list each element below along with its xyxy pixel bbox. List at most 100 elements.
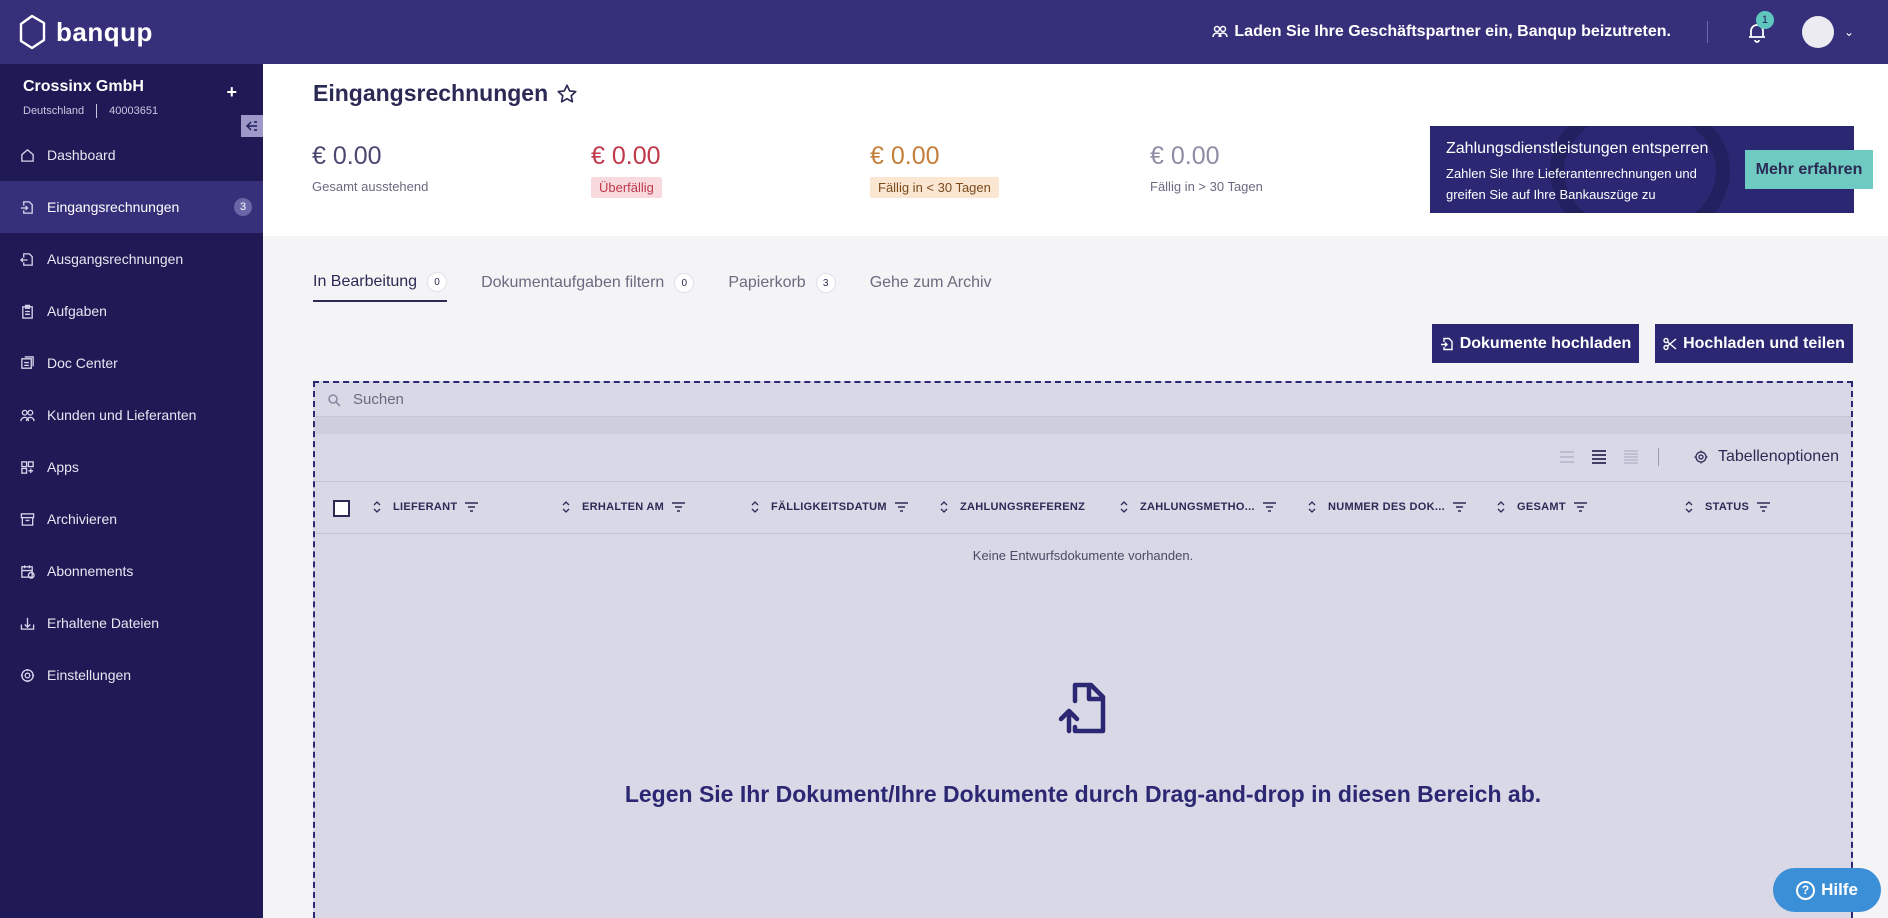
tab-papierkorb[interactable]: Papierkorb 3 [728,264,836,302]
filter-icon[interactable] [894,502,908,512]
invite-partners-link[interactable]: Laden Sie Ihre Geschäftspartner ein, Ban… [1212,23,1671,41]
sidebar-item-erhaltene-dateien[interactable]: Erhaltene Dateien [0,597,263,649]
sidebar-item-label: Apps [47,459,79,475]
stat-amount: € 0.00 [312,142,382,170]
tab-label: In Bearbeitung [313,273,418,290]
column-header-lieferant[interactable]: LIEFERANT [373,501,479,513]
sidebar-item-aufgaben[interactable]: Aufgaben [0,285,263,337]
filter-icon[interactable] [672,502,686,512]
filter-icon[interactable] [1573,502,1587,512]
filter-icon[interactable] [1262,502,1276,512]
stat-label: Überfällig [591,177,662,198]
tab-count-badge: 3 [815,273,836,293]
stat-label: Fällig in > 30 Tagen [1150,179,1263,194]
notifications-button[interactable]: 1 [1746,11,1774,43]
sidebar-item-abonnements[interactable]: Abonnements [0,545,263,597]
archive-icon [20,512,35,526]
tab-dokumentaufgaben-filtern[interactable]: Dokumentaufgaben filtern 0 [481,264,695,302]
tab-label: Gehe zum Archiv [869,274,992,291]
logo-text: banqup [56,16,153,47]
topbar-divider [1706,21,1708,43]
banqup-logo-icon [19,14,46,50]
help-icon: ? [1796,880,1816,900]
column-header-erhalten-am[interactable]: ERHALTEN AM [562,501,686,513]
summary-panel: Eingangsrechnungen € 0.00 Gesamt aussteh… [263,64,1888,236]
column-header-status[interactable]: STATUS [1685,501,1771,513]
dashboard-icon [21,148,34,162]
sort-icon[interactable] [751,501,759,513]
button-label: Hochladen und teilen [1683,334,1845,352]
filter-icon[interactable] [1757,502,1771,512]
column-header-nummer-des-dokuments[interactable]: NUMMER DES DOK... [1308,501,1466,513]
company-id: 40003651 [109,105,159,117]
inbox-icon [20,617,35,630]
sidebar-item-eingangsrechnungen[interactable]: Eingangsrechnungen 3 [0,181,263,233]
compact-view-icon[interactable] [1558,448,1576,466]
sidebar-item-kunden-und-lieferanten[interactable]: Kunden und Lieferanten [0,389,263,441]
table-options-label: Tabellenoptionen [1718,448,1839,465]
document-dropzone[interactable]: Tabellenoptionen LIEFERANT ERHALTEN AM F… [313,381,1853,918]
sort-icon[interactable] [562,501,570,513]
logo[interactable]: banqup [17,14,153,50]
notification-count-badge: 1 [1755,11,1774,29]
tab-gehe-zum-archiv[interactable]: Gehe zum Archiv [870,264,992,302]
sidebar-item-archivieren[interactable]: Archivieren [0,493,263,545]
table-options-row: Tabellenoptionen [315,434,1851,482]
company-divider [96,104,98,118]
clipboard-icon [22,304,33,319]
learn-more-button[interactable]: Mehr erfahren [1745,150,1873,189]
incoming-invoice-icon [20,200,33,214]
sidebar-item-label: Abonnements [47,563,134,579]
sidebar-item-apps[interactable]: Apps [0,441,263,493]
table-options-button[interactable]: Tabellenoptionen [1694,448,1839,466]
column-label: NUMMER DES DOK... [1328,501,1445,513]
subscription-icon [21,564,35,579]
favorite-star-icon[interactable] [556,83,578,105]
sidebar-item-einstellungen[interactable]: Einstellungen [0,649,263,701]
options-divider [1658,448,1659,466]
sidebar-item-ausgangsrechnungen[interactable]: Ausgangsrechnungen [0,233,263,285]
sort-icon[interactable] [1308,501,1316,513]
filter-icon[interactable] [1452,502,1466,512]
filter-icon[interactable] [465,502,479,512]
scissors-icon [1663,337,1677,350]
upload-documents-button[interactable]: Dokumente hochladen [1432,324,1639,363]
default-view-icon[interactable] [1590,448,1608,466]
tab-label: Papierkorb [728,274,806,291]
chevron-down-icon[interactable]: ⌄ [1844,25,1854,39]
upload-document-icon [1440,337,1453,350]
banner-title: Zahlungsdienstleistungen entsperren [1446,140,1709,157]
dropzone-instruction: Legen Sie Ihr Dokument/Ihre Dokumente du… [624,781,1542,807]
sidebar-item-label: Aufgaben [47,303,107,319]
sort-icon[interactable] [373,501,381,513]
sort-icon[interactable] [1685,501,1693,513]
sort-icon[interactable] [940,501,948,513]
empty-table-message: Keine Entwurfsdokumente vorhanden. [972,548,1194,563]
column-header-zahlungsmethode[interactable]: ZAHLUNGSMETHO... [1120,501,1276,513]
sidebar-item-label: Ausgangsrechnungen [47,251,184,267]
sort-icon[interactable] [1497,501,1505,513]
help-button[interactable]: ? Hilfe [1773,868,1881,912]
tab-in-bearbeitung[interactable]: In Bearbeitung 0 [313,264,448,302]
file-upload-icon [1058,682,1106,734]
sidebar-item-label: Einstellungen [47,667,132,683]
sidebar-item-doc-center[interactable]: Doc Center [0,337,263,389]
dense-view-icon[interactable] [1622,448,1640,466]
sidebar-item-dashboard[interactable]: Dashboard [0,129,263,181]
search-input[interactable] [353,391,953,408]
add-company-button[interactable]: + [226,82,237,103]
sort-icon[interactable] [1120,501,1128,513]
column-header-zahlungsreferenz[interactable]: ZAHLUNGSREFERENZ [940,501,1085,513]
company-switcher[interactable]: Crossinx GmbH Deutschland 40003651 + [0,64,263,137]
upload-and-split-button[interactable]: Hochladen und teilen [1655,324,1853,363]
select-all-checkbox[interactable] [333,500,350,517]
banner-text: Zahlen Sie Ihre Lieferantenrechnungen un… [1446,166,1697,202]
column-header-gesamt[interactable]: GESAMT [1497,501,1587,513]
search-bar [315,383,1851,417]
tab-label: Dokumentaufgaben filtern [481,274,665,291]
contacts-icon [20,409,35,421]
column-header-faelligkeitsdatum[interactable]: FÄLLIGKEITSDATUM [751,501,908,513]
table-toolbar-strip [315,417,1851,434]
stat-due-under-30: € 0.00 Fällig in < 30 Tagen [870,142,999,198]
user-avatar[interactable] [1801,16,1834,48]
